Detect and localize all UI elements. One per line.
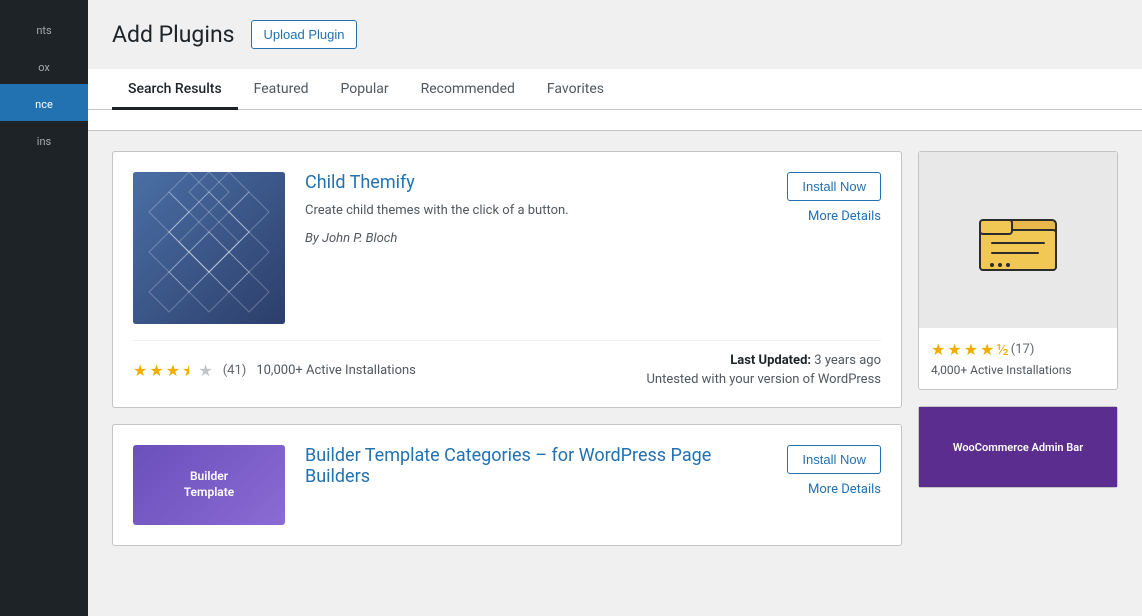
rating-count-1: (41)	[223, 363, 247, 378]
plugin-desc-1: Create child themes with the click of a …	[305, 201, 767, 221]
last-updated-1: Last Updated: 3 years ago	[646, 353, 881, 368]
more-details-link-1[interactable]: More Details	[808, 209, 881, 224]
right-star-2: ★	[947, 340, 961, 359]
plugin-actions-1: Install Now More Details	[787, 172, 881, 224]
tab-recommended[interactable]: Recommended	[405, 69, 531, 109]
plugin-card-top-2: BuilderTemplate Builder Template Categor…	[133, 445, 881, 525]
sidebar-item-nts[interactable]: nts	[0, 10, 88, 47]
plugin-meta-left-1: ★ ★ ★ ★★ ★ (41) 10,000+ Active Installat…	[133, 361, 416, 380]
install-now-button-2[interactable]: Install Now	[787, 445, 881, 474]
plugin-author-1: By John P. Bloch	[305, 231, 767, 246]
plugin-name-2: Builder Template Categories – for WordPr…	[305, 445, 767, 487]
right-card-1: ★ ★ ★ ★ ½ (17) 4,000+ Active Installatio…	[918, 151, 1118, 390]
more-details-link-2[interactable]: More Details	[808, 482, 881, 497]
plugin-card-bottom-1: ★ ★ ★ ★★ ★ (41) 10,000+ Active Installat…	[133, 340, 881, 387]
tab-popular[interactable]: Popular	[325, 69, 405, 109]
star-5: ★	[198, 361, 212, 380]
star-1: ★	[133, 361, 147, 380]
sidebar-item-nce-label: nce	[8, 98, 80, 111]
plugin-card-top-1: Child Themify Create child themes with t…	[133, 172, 881, 324]
plugin-thumbnail-1	[133, 172, 285, 324]
tabs-wrapper: Search Results Featured Popular Recommen…	[88, 69, 1142, 131]
star-3: ★	[166, 361, 180, 380]
right-star-1: ★	[931, 340, 945, 359]
child-theme-svg	[133, 172, 285, 324]
sidebar-item-nts-label: nts	[8, 24, 80, 37]
tab-favorites[interactable]: Favorites	[531, 69, 620, 109]
plugin-info-1: Child Themify Create child themes with t…	[305, 172, 767, 246]
right-star-4: ★	[980, 340, 994, 359]
install-now-button-1[interactable]: Install Now	[787, 172, 881, 201]
sidebar-item-ox[interactable]: ox	[0, 47, 88, 84]
main-column: Child Themify Create child themes with t…	[112, 151, 902, 546]
builder-label: BuilderTemplate	[184, 469, 235, 500]
sidebar-item-ox-label: ox	[8, 61, 80, 74]
child-themify-thumbnail	[133, 172, 285, 324]
last-updated-value-1: 3 years ago	[814, 353, 881, 368]
sidebar-item-ins-label: ins	[8, 135, 80, 148]
page-title: Add Plugins	[112, 21, 235, 48]
tab-featured[interactable]: Featured	[238, 69, 325, 109]
right-card-meta-1: ★ ★ ★ ★ ½ (17) 4,000+ Active Installatio…	[919, 328, 1117, 389]
sidebar: nts ox nce ins	[0, 0, 88, 616]
plugin-meta-right-1: Last Updated: 3 years ago Untested with …	[646, 353, 881, 387]
right-card-2-thumb: WooCommerce Admin Bar	[919, 407, 1117, 487]
plugin-thumbnail-2: BuilderTemplate	[133, 445, 285, 525]
tab-search-results[interactable]: Search Results	[112, 69, 238, 109]
upload-plugin-button[interactable]: Upload Plugin	[251, 20, 358, 49]
plugin-name-1: Child Themify	[305, 172, 767, 193]
page-header: Add Plugins Upload Plugin	[112, 20, 1118, 49]
active-installs-1: 10,000+ Active Installations	[256, 363, 416, 378]
sidebar-item-ins[interactable]: ins	[0, 121, 88, 158]
right-column: ★ ★ ★ ★ ½ (17) 4,000+ Active Installatio…	[918, 151, 1118, 546]
untested-1: Untested with your version of WordPress	[646, 372, 881, 387]
sidebar-item-nce[interactable]: nce	[0, 84, 88, 121]
tabs: Search Results Featured Popular Recommen…	[88, 69, 1142, 110]
plugin-card-2: BuilderTemplate Builder Template Categor…	[112, 424, 902, 546]
right-card-thumb-1	[919, 152, 1117, 328]
plugin-card-1: Child Themify Create child themes with t…	[112, 151, 902, 408]
right-rating-count-1: (17)	[1011, 342, 1035, 357]
right-active-installs-1: 4,000+ Active Installations	[931, 363, 1105, 377]
content-area: Child Themify Create child themes with t…	[112, 151, 1118, 546]
right-card-2: WooCommerce Admin Bar	[918, 406, 1118, 488]
right-star-3: ★	[964, 340, 978, 359]
star-4: ★★	[182, 361, 196, 380]
plugin-actions-2: Install Now More Details	[787, 445, 881, 497]
right-star-half: ½	[996, 340, 1008, 359]
plugin-info-2: Builder Template Categories – for WordPr…	[305, 445, 767, 495]
stars-1: ★ ★ ★ ★★ ★	[133, 361, 213, 380]
folder-icon	[978, 205, 1058, 275]
main-content: Add Plugins Upload Plugin Search Results…	[88, 0, 1142, 616]
last-updated-label-1: Last Updated:	[730, 353, 811, 368]
right-stars-1: ★ ★ ★ ★ ½ (17)	[931, 340, 1105, 359]
woo-label: WooCommerce Admin Bar	[953, 441, 1083, 454]
star-2: ★	[149, 361, 163, 380]
